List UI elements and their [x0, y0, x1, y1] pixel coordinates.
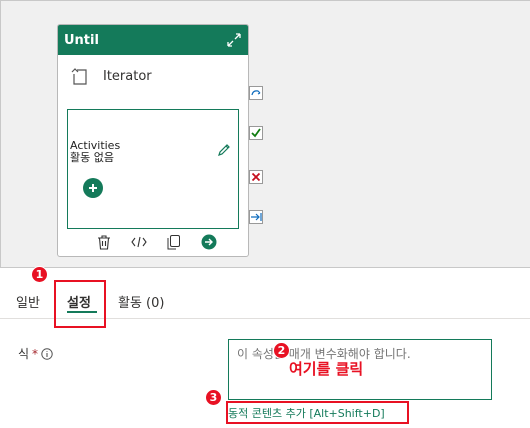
copy-icon[interactable]	[156, 233, 191, 251]
add-dynamic-content-link[interactable]: 동적 콘텐츠 추가 [Alt+Shift+D]	[228, 405, 385, 421]
annotation-badge-2: 2	[273, 342, 290, 359]
failure-connector-icon[interactable]	[249, 170, 263, 184]
pencil-icon[interactable]	[216, 142, 232, 158]
add-activity-button[interactable]	[83, 178, 103, 198]
delete-icon[interactable]	[86, 233, 121, 251]
annotation-click-here: 여기를 클릭	[289, 360, 364, 378]
tab-general[interactable]: 일반	[16, 292, 40, 311]
info-icon[interactable]	[41, 347, 53, 360]
until-header: Until	[58, 25, 248, 55]
success-connector-icon[interactable]	[249, 126, 263, 140]
expression-label-text: 식	[18, 347, 30, 361]
collapse-icon[interactable]	[226, 32, 242, 48]
iterator-icon	[69, 65, 91, 87]
iterator-label: Iterator	[103, 68, 152, 84]
tab-activities[interactable]: 활동 (0)	[118, 292, 164, 311]
activities-empty-text: 활동 없음	[70, 151, 114, 164]
required-marker: *	[32, 346, 39, 361]
code-icon[interactable]	[121, 233, 156, 251]
annotation-box-settings	[54, 280, 106, 328]
skip-connector-icon[interactable]	[249, 86, 263, 100]
annotation-badge-3: 3	[205, 389, 222, 406]
card-footer-toolbar	[86, 233, 226, 251]
activities-container: Activities 활동 없음	[67, 109, 239, 229]
completion-connector-icon[interactable]	[249, 210, 263, 224]
until-activity-card[interactable]: Until Iterator Activities 활동 없음	[57, 24, 249, 257]
until-title: Until	[64, 32, 99, 48]
plus-icon	[89, 184, 97, 192]
expression-label: 식 *	[18, 345, 53, 362]
go-arrow-icon[interactable]	[191, 233, 226, 251]
annotation-badge-1: 1	[31, 266, 48, 283]
iterator-row: Iterator	[69, 65, 152, 87]
